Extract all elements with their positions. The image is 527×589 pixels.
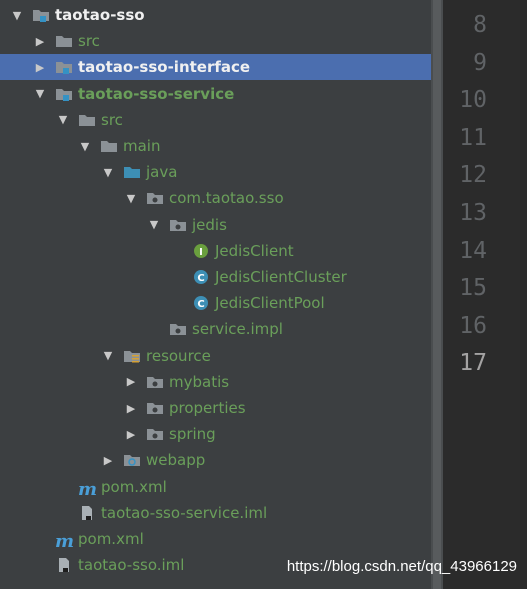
tree-item-label: JedisClient <box>215 241 294 260</box>
scrollbar-thumb[interactable] <box>433 0 441 589</box>
tree-item-label: pom.xml <box>78 530 144 548</box>
expand-arrow-right-icon[interactable]: ▶ <box>124 375 138 389</box>
tree-item[interactable]: ▼ java <box>0 159 431 185</box>
tree-item-label: JedisClientCluster <box>215 268 347 286</box>
tree-item-label: src <box>101 110 123 129</box>
maven-icon: m <box>78 478 98 500</box>
line-number: 9 <box>473 49 487 76</box>
maven-icon: m <box>55 531 75 552</box>
line-number: 13 <box>459 200 487 226</box>
tree-item[interactable]: ▶ src <box>0 28 431 54</box>
tree-item-label: src <box>78 32 100 51</box>
tree-item[interactable]: ▶service.impl <box>0 316 431 342</box>
package-icon <box>169 217 187 233</box>
expand-arrow-down-icon[interactable]: ▼ <box>101 165 115 179</box>
editor-gutter: 8 9 10 11 12 13 14 15 16 17 <box>443 0 527 589</box>
package-icon <box>146 400 164 416</box>
folder-icon <box>100 138 118 154</box>
package-icon <box>146 374 164 390</box>
tree-item-label: main <box>123 137 161 155</box>
tree-item[interactable]: ▶mpom.xml <box>0 474 431 500</box>
tree-item-label: taotao-sso-service <box>78 84 235 103</box>
project-tree: ▼ taotao-sso ▶ src ▶ taotao-sso-interface ▼ tao… <box>0 0 431 589</box>
expand-arrow-down-icon[interactable]: ▼ <box>56 113 70 127</box>
line-number: 10 <box>459 87 487 114</box>
line-number: 14 <box>459 237 487 264</box>
tree-item[interactable]: ▼ taotao-sso-service <box>0 81 431 107</box>
expand-arrow-down-icon[interactable]: ▼ <box>124 191 138 205</box>
tree-item[interactable]: ▶ webapp <box>0 447 431 473</box>
expand-arrow-down-icon[interactable]: ▼ <box>10 8 24 22</box>
module-folder-icon <box>55 59 73 75</box>
tree-item-label: taotao-sso.iml <box>78 556 185 575</box>
expand-arrow-down-icon[interactable]: ▼ <box>101 349 115 363</box>
source-folder-icon <box>123 164 141 180</box>
svg-text:C: C <box>197 273 204 284</box>
expand-arrow-right-icon[interactable]: ▶ <box>33 60 47 74</box>
class-icon: C <box>192 295 210 311</box>
expand-arrow-right-icon[interactable]: ▶ <box>33 34 47 48</box>
expand-arrow-down-icon[interactable]: ▼ <box>33 87 47 101</box>
module-folder-icon <box>32 7 50 23</box>
resource-folder-icon <box>123 348 141 364</box>
package-icon <box>146 426 164 442</box>
tree-item-label: taotao-sso-service.iml <box>101 503 268 522</box>
tree-item[interactable]: ▶ mybatis <box>0 369 431 395</box>
module-folder-icon <box>55 86 73 102</box>
tree-item[interactable]: ▶CJedisClientCluster <box>0 264 431 290</box>
tree-item-label: com.taotao.sso <box>169 189 284 208</box>
tree-item[interactable]: ▶ taotao-sso-interface <box>0 54 431 81</box>
expand-arrow-right-icon[interactable]: ▶ <box>101 453 115 467</box>
tree-item[interactable]: ▼ main <box>0 133 431 159</box>
tree-item[interactable]: ▶mpom.xml <box>0 526 431 552</box>
line-number: 17 <box>459 350 487 377</box>
tree-item-label: webapp <box>146 451 206 470</box>
class-icon: C <box>192 269 210 285</box>
iml-file-icon <box>78 505 96 521</box>
tree-item-label: taotao-sso <box>55 6 145 24</box>
tree-item[interactable]: ▶ spring <box>0 421 431 447</box>
expand-arrow-right-icon[interactable]: ▶ <box>124 401 138 415</box>
watermark-text: https://blog.csdn.net/qq_43966129 <box>286 558 517 575</box>
tree-item[interactable]: ▶CJedisClientPool <box>0 290 431 316</box>
tree-item-label: jedis <box>192 215 227 234</box>
web-folder-icon <box>123 452 141 468</box>
line-number: 8 <box>473 12 487 38</box>
package-icon <box>146 190 164 206</box>
tree-item-label: pom.xml <box>101 477 167 496</box>
tree-item[interactable]: ▶ properties <box>0 395 431 421</box>
svg-text:I: I <box>199 247 203 258</box>
expand-arrow-down-icon[interactable]: ▼ <box>78 139 92 153</box>
iml-file-icon <box>55 557 73 573</box>
line-number: 16 <box>459 312 487 339</box>
line-number: 11 <box>459 124 487 151</box>
expand-arrow-right-icon[interactable]: ▶ <box>124 427 138 441</box>
project-tree-scrollbar[interactable] <box>431 0 443 589</box>
interface-icon: I <box>192 243 210 259</box>
tree-item-label: JedisClientPool <box>215 294 325 313</box>
tree-item-label: taotao-sso-interface <box>78 58 251 77</box>
tree-item[interactable]: ▼ com.taotao.sso <box>0 185 431 211</box>
tree-item-label: java <box>146 163 178 182</box>
tree-item[interactable]: ▼ resource <box>0 343 431 369</box>
svg-text:C: C <box>197 299 204 310</box>
tree-item[interactable]: ▶taotao-sso-service.iml <box>0 500 431 526</box>
tree-item-label: resource <box>146 346 211 365</box>
tree-item-label: spring <box>169 425 216 444</box>
tree-item[interactable]: ▼ src <box>0 107 431 133</box>
tree-item-label: mybatis <box>169 372 230 391</box>
tree-item[interactable]: ▼ jedis <box>0 212 431 238</box>
package-icon <box>169 321 187 337</box>
folder-icon <box>78 112 96 128</box>
tree-item-label: properties <box>169 399 246 417</box>
tree-item[interactable]: ▶IJedisClient <box>0 238 431 264</box>
tree-item[interactable]: ▼ taotao-sso <box>0 2 431 28</box>
folder-icon <box>55 33 73 49</box>
expand-arrow-down-icon[interactable]: ▼ <box>147 218 161 232</box>
line-number: 12 <box>459 162 487 189</box>
tree-item-label: service.impl <box>192 320 283 339</box>
line-number: 15 <box>459 275 487 302</box>
